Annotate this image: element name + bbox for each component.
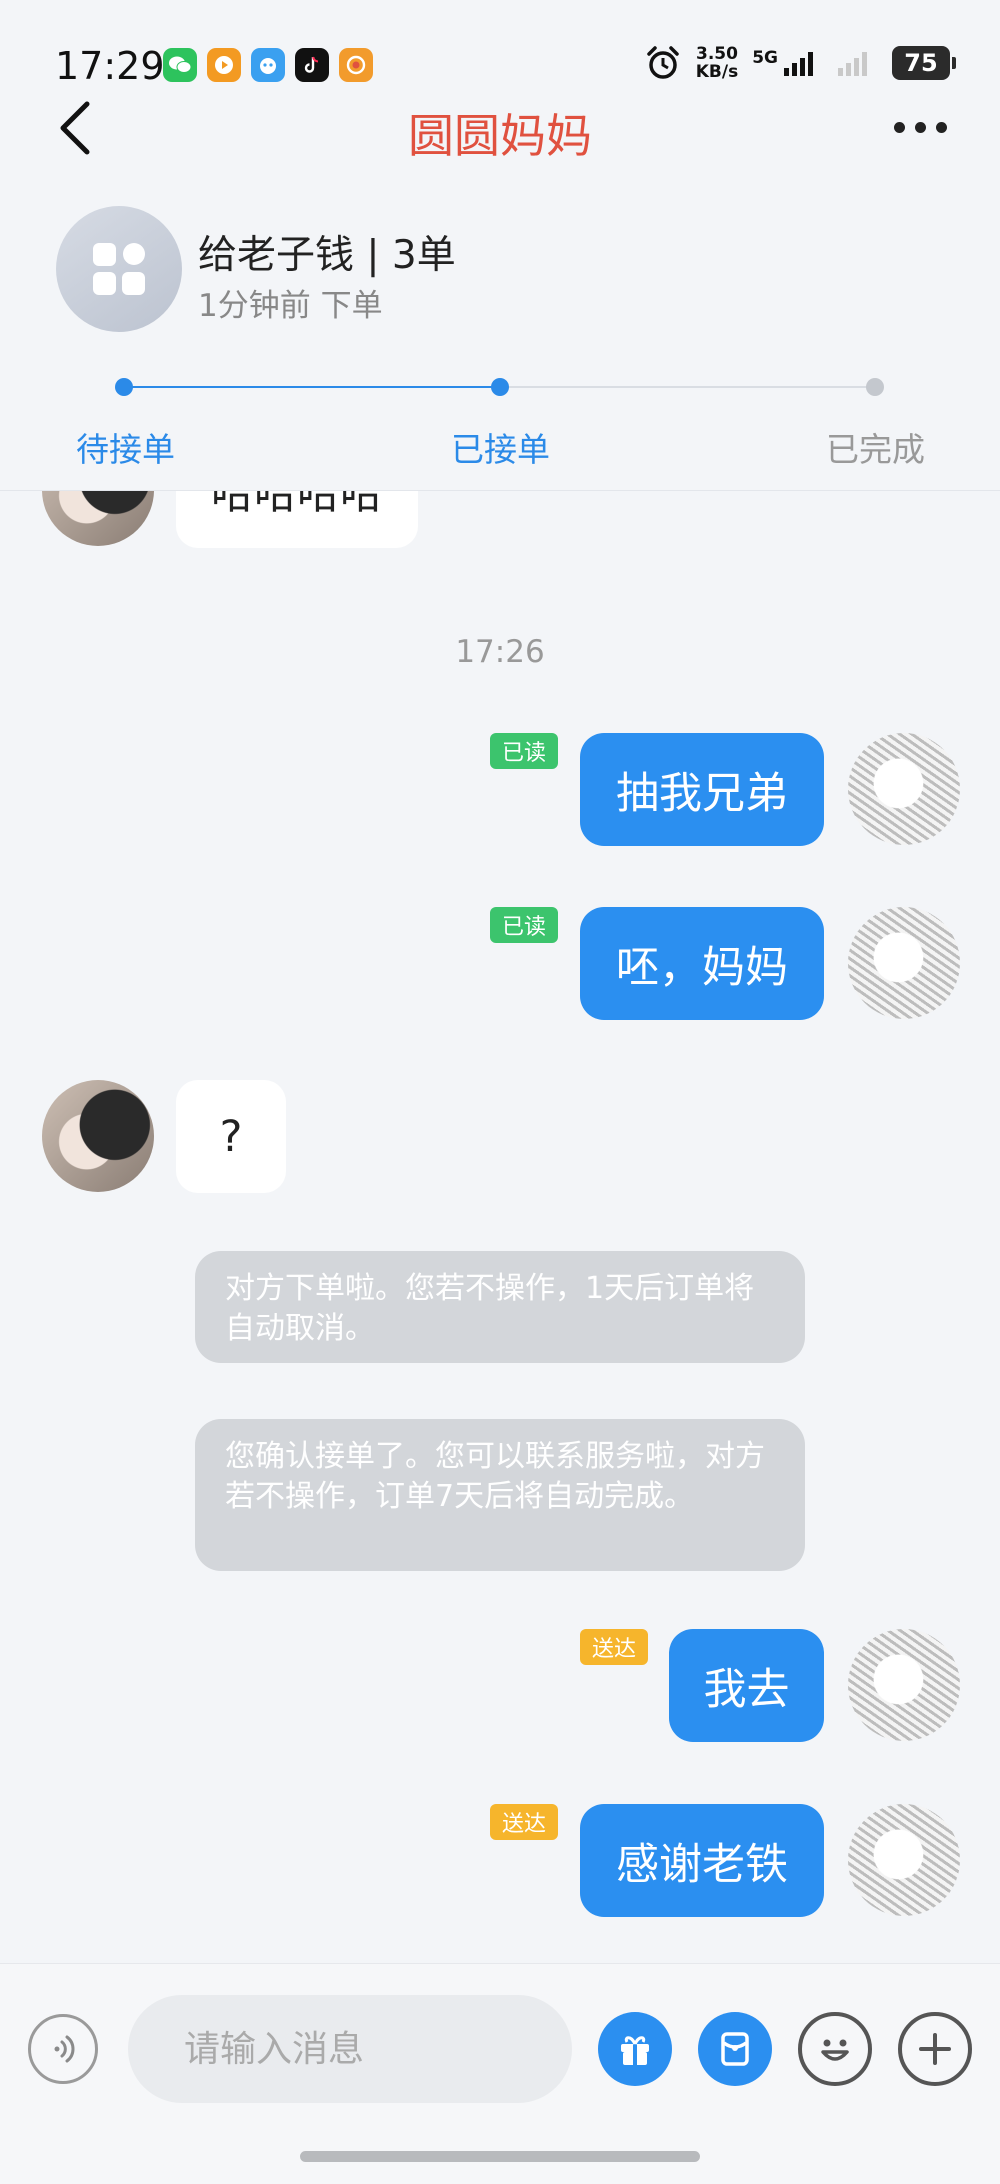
plus-icon [919, 2033, 951, 2065]
message-bubble-incoming[interactable]: 哈哈哈哈 [176, 491, 418, 548]
read-status-tag: 已读 [490, 733, 558, 769]
message-input[interactable] [128, 1995, 572, 2103]
message-bubble-outgoing[interactable]: 我去 [669, 1629, 824, 1742]
status-right: 3.50 KB/s 5G 75 [644, 44, 956, 82]
battery-indicator: 75 [892, 46, 956, 80]
delivered-status-tag: 送达 [490, 1804, 558, 1840]
message-bubble-outgoing[interactable]: 感谢老铁 [580, 1804, 824, 1917]
system-notice: 您确认接单了。您可以联系服务啦，对方若不操作，订单7天后将自动完成。 [195, 1419, 805, 1571]
progress-dot-completed [866, 378, 884, 396]
more-options-button[interactable] [894, 112, 954, 142]
message-bubble-outgoing[interactable]: 呸，妈妈 [580, 907, 824, 1020]
red-packet-icon [721, 2032, 749, 2066]
network-speed: 3.50 KB/s [695, 44, 739, 82]
more-actions-button[interactable] [898, 2012, 972, 2086]
red-packet-button[interactable] [698, 2012, 772, 2086]
order-subtitle: 1分钟前 下单 [198, 288, 383, 324]
message-app-icon [251, 48, 285, 82]
progress-step-pending: 待接单 [76, 430, 175, 469]
system-notice: 对方下单啦。您若不操作，1天后订单将自动取消。 [195, 1251, 805, 1363]
gift-icon [621, 2036, 649, 2065]
signal-secondary-icon [838, 52, 867, 76]
message-bubble-outgoing[interactable]: 抽我兄弟 [580, 733, 824, 846]
read-status-tag: 已读 [490, 907, 558, 943]
contact-avatar[interactable] [42, 491, 154, 546]
tiktok-icon [295, 48, 329, 82]
contact-avatar[interactable] [42, 1080, 154, 1192]
emoji-button[interactable] [798, 2012, 872, 2086]
delivered-status-tag: 送达 [580, 1629, 648, 1665]
chat-area[interactable]: 哈哈哈哈 17:26 已读 抽我兄弟 已读 呸，妈妈 ? 对方下单啦。您若不操作… [0, 491, 1000, 1963]
status-time: 17:29 [55, 44, 165, 88]
progress-dot-accepted [491, 378, 509, 396]
camera-app-icon [339, 48, 373, 82]
grid-icon [93, 243, 145, 295]
more-dot-icon [894, 121, 905, 133]
progress-step-completed: 已完成 [826, 430, 925, 469]
progress-fill [124, 386, 500, 388]
order-title: 给老子钱 | 3单 [198, 233, 456, 278]
progress-step-accepted: 已接单 [451, 430, 550, 469]
my-avatar[interactable] [848, 733, 960, 845]
video-app-icon [207, 48, 241, 82]
my-avatar[interactable] [848, 907, 960, 1019]
wechat-icon [163, 48, 197, 82]
page-title: 圆圆妈妈 [408, 109, 592, 163]
home-indicator[interactable] [300, 2151, 700, 2162]
more-dot-icon [915, 121, 926, 133]
message-bubble-incoming[interactable]: ? [176, 1080, 286, 1193]
progress-dot-pending [115, 378, 133, 396]
order-avatar[interactable] [56, 206, 182, 332]
gift-button[interactable] [598, 2012, 672, 2086]
signal-5g-icon: 5G [752, 48, 822, 78]
emoji-icon [821, 2039, 849, 2061]
my-avatar[interactable] [848, 1804, 960, 1916]
my-avatar[interactable] [848, 1629, 960, 1741]
more-dot-icon [936, 121, 947, 133]
voice-button[interactable] [28, 2014, 98, 2084]
alarm-icon [646, 46, 679, 79]
message-timestamp: 17:26 [455, 634, 545, 670]
status-app-icons [163, 48, 373, 82]
voice-icon [54, 2035, 75, 2063]
